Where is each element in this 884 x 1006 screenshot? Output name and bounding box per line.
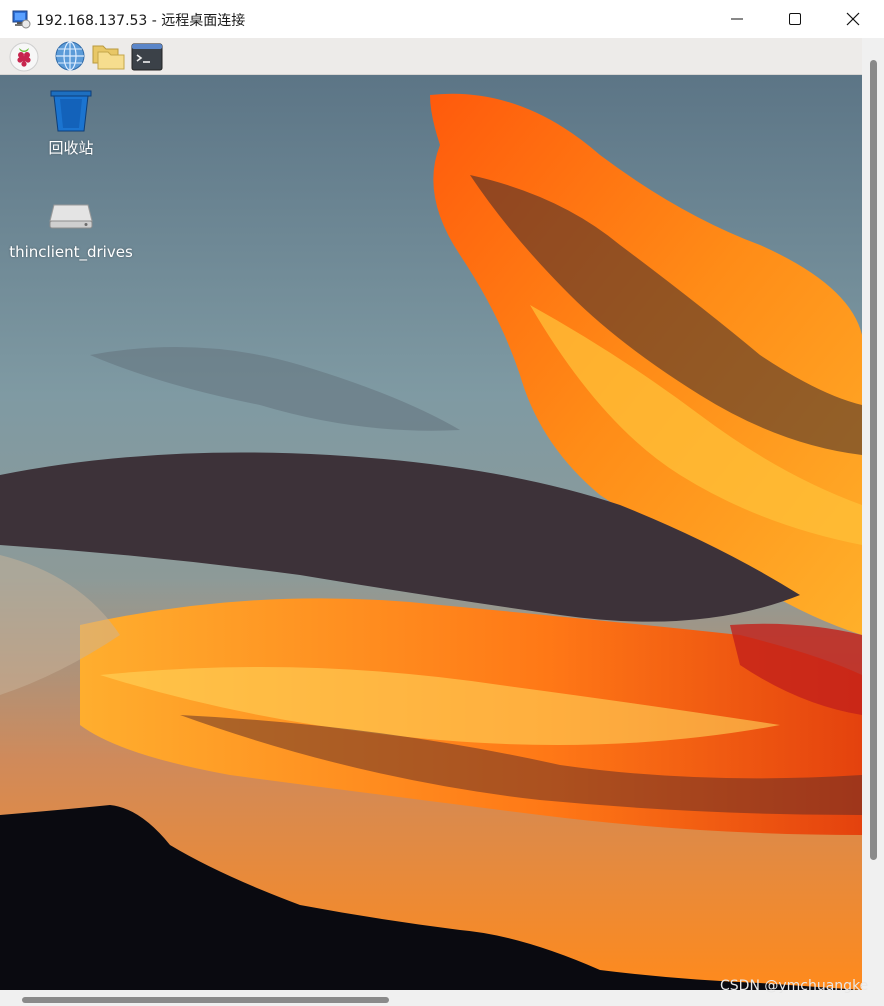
raspberry-pi-menu-icon [9, 42, 39, 72]
terminal-button[interactable] [131, 40, 163, 72]
desktop-icon-thinclient-drives[interactable]: thinclient_drives [6, 199, 136, 269]
drive-icon [49, 204, 93, 229]
desktop-icon-trash[interactable]: 回收站 [30, 89, 112, 159]
close-button[interactable] [824, 0, 882, 38]
desktop-icon-label: 回收站 [48, 139, 94, 157]
terminal-icon [131, 43, 163, 71]
horizontal-scrollbar-thumb[interactable] [22, 997, 389, 1003]
minimize-button[interactable] [708, 0, 766, 38]
trash-icon [50, 90, 92, 132]
remote-desktop-area[interactable]: 回收站 thinclient_drives [0, 75, 862, 990]
web-browser-button[interactable] [54, 40, 86, 72]
file-manager-button[interactable] [92, 40, 125, 72]
watermark-text: CSDN @ymchuangke [720, 978, 869, 994]
maximize-button[interactable] [766, 0, 824, 38]
web-browser-icon [55, 41, 85, 71]
minimize-icon [731, 18, 743, 20]
file-manager-icon [92, 45, 125, 70]
remote-desktop-icon [11, 9, 31, 29]
vertical-scrollbar-thumb[interactable] [870, 60, 877, 860]
maximize-icon [789, 13, 801, 25]
pi-taskbar [0, 38, 862, 75]
raspberry-pi-menu-button[interactable] [8, 40, 40, 72]
window-titlebar[interactable]: 192.168.137.53 - 远程桌面连接 [0, 0, 884, 38]
close-icon [846, 12, 860, 26]
desktop-icon-label: thinclient_drives [9, 243, 133, 261]
window-title: 192.168.137.53 - 远程桌面连接 [36, 13, 246, 29]
